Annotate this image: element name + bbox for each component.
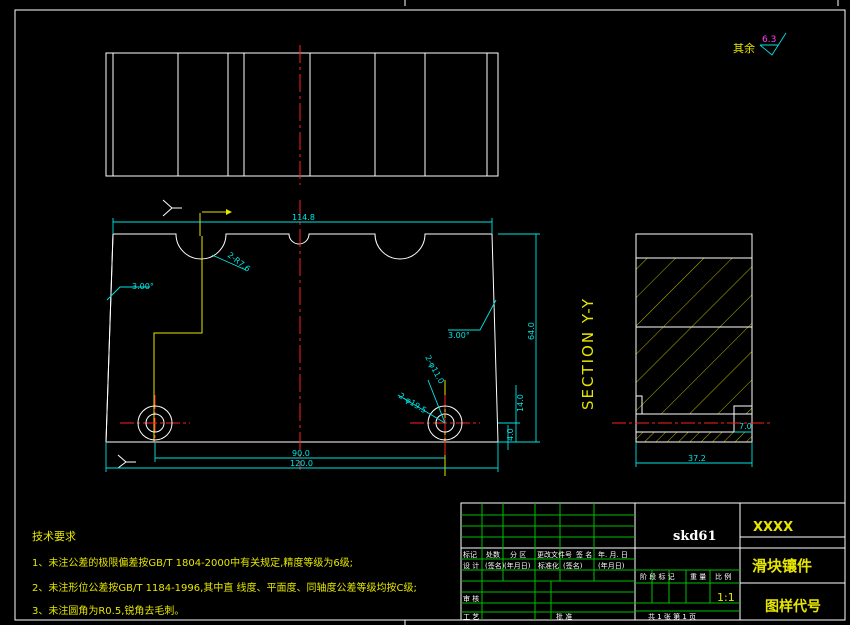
tech-item-1: 1、未注公差的极限偏差按GB/T 1804-2000中有关规定,精度等级为6级; bbox=[32, 556, 353, 569]
title-block: skd61 XXXX 滑块镶件 图样代号 1:1 共 1 张 第 1 页 标记 … bbox=[460, 502, 846, 621]
dim-right-angle: 3.00° bbox=[448, 331, 470, 340]
svg-text:批 准: 批 准 bbox=[556, 612, 572, 621]
dim-side-step: 7.0 bbox=[739, 422, 752, 431]
svg-text:比 例: 比 例 bbox=[715, 572, 731, 581]
svg-text:年. 月. 日: 年. 月. 日 bbox=[598, 550, 628, 559]
surface-roughness-symbol: 其余 6.3 bbox=[733, 32, 787, 56]
svg-text:工 艺: 工 艺 bbox=[463, 613, 479, 621]
cad-drawing-canvas[interactable]: 其余 6.3 114.8 120.0 90.0 64.0 14.0 4.0 3.… bbox=[0, 0, 850, 625]
section-label: SECTION Y-Y bbox=[579, 297, 597, 410]
roughness-value: 6.3 bbox=[762, 35, 776, 45]
tech-item-2: 2、未注形位公差按GB/T 1184-1996,其中直 线度、平面度、同轴度公差… bbox=[32, 581, 417, 594]
dim-hole-inner: 2-φ11.0 bbox=[423, 354, 446, 386]
sheet-info-text: 共 1 张 第 1 页 bbox=[648, 612, 696, 621]
svg-text:分 区: 分 区 bbox=[510, 550, 526, 559]
svg-text:更改文件号: 更改文件号 bbox=[537, 550, 572, 559]
technical-requirements: 技术要求 1、未注公差的极限偏差按GB/T 1804-2000中有关规定,精度等… bbox=[32, 530, 417, 617]
tech-title: 技术要求 bbox=[32, 530, 76, 543]
part-name-text: 滑块镶件 bbox=[752, 557, 812, 575]
front-view bbox=[105, 199, 499, 476]
svg-text:标准化: 标准化 bbox=[538, 561, 559, 570]
svg-text:(年月日): (年月日) bbox=[504, 561, 531, 570]
company-text: XXXX bbox=[753, 520, 793, 535]
svg-text:(签名): (签名) bbox=[563, 561, 583, 570]
dim-hole-height: 14.0 bbox=[516, 394, 525, 412]
svg-text:(年月日): (年月日) bbox=[598, 561, 625, 570]
svg-text:审 核: 审 核 bbox=[463, 594, 479, 603]
dim-bottom-offset: 4.0 bbox=[506, 428, 515, 441]
svg-text:(签名): (签名) bbox=[485, 561, 505, 570]
dim-hole-spacing: 90.0 bbox=[292, 449, 310, 458]
tech-item-3: 3、未注圆角为R0.5,锐角去毛刺。 bbox=[32, 604, 184, 617]
front-dimensions: 114.8 120.0 90.0 64.0 14.0 4.0 3.00° 3.0… bbox=[105, 213, 540, 472]
svg-text:处数: 处数 bbox=[486, 550, 500, 559]
scale-text: 1:1 bbox=[717, 591, 735, 604]
svg-text:重 量: 重 量 bbox=[690, 573, 706, 581]
drawing-number-text: 图样代号 bbox=[765, 598, 821, 615]
svg-text:设 计: 设 计 bbox=[463, 561, 479, 570]
top-view bbox=[105, 45, 499, 185]
dim-side-width: 37.2 bbox=[688, 454, 706, 463]
dim-height: 64.0 bbox=[527, 322, 536, 340]
svg-text:标记: 标记 bbox=[463, 550, 477, 559]
svg-text:签 名: 签 名 bbox=[576, 550, 592, 559]
svg-text:阶 段 标 记: 阶 段 标 记 bbox=[640, 572, 675, 581]
drawing-svg: 其余 6.3 114.8 120.0 90.0 64.0 14.0 4.0 3.… bbox=[14, 0, 846, 625]
dim-hole-outer: 2-φ19.5 bbox=[397, 391, 428, 415]
roughness-label: 其余 bbox=[733, 41, 755, 55]
dim-slot-radius: 2-R7.6 bbox=[226, 250, 252, 273]
dim-overall-length: 120.0 bbox=[290, 459, 313, 468]
dim-left-angle: 3.00° bbox=[132, 282, 154, 291]
side-section-view: 37.2 7.0 bbox=[612, 233, 770, 467]
material-text: skd61 bbox=[673, 529, 717, 544]
dim-total-width: 114.8 bbox=[292, 213, 315, 222]
